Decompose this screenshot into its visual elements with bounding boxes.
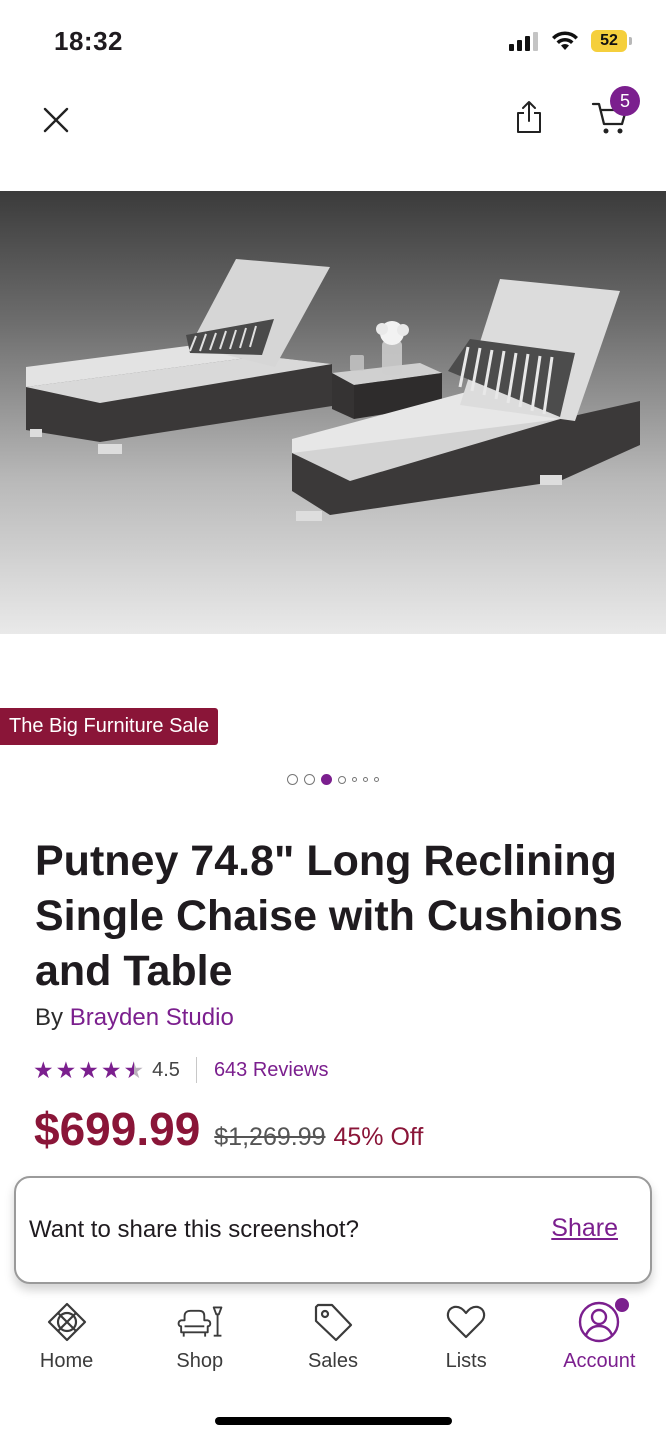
half-star-icon: ★ — [123, 1056, 145, 1083]
star-rating: ★ ★ ★ ★ ★ — [33, 1056, 145, 1083]
byline-prefix: By — [35, 1004, 70, 1031]
nav-item-sales[interactable]: Sales — [266, 1300, 399, 1390]
nav-label-shop: Shop — [176, 1350, 224, 1372]
nav-item-account[interactable]: Account — [533, 1298, 666, 1390]
account-icon — [575, 1298, 630, 1344]
bottom-nav: Home Shop Sales Lists Account — [0, 1298, 666, 1390]
notification-dot — [615, 1298, 630, 1312]
carousel-dot[interactable] — [374, 777, 379, 782]
shop-icon — [176, 1300, 224, 1344]
nav-item-home[interactable]: Home — [0, 1300, 133, 1390]
status-bar: 18:32 52 — [0, 0, 666, 86]
home-icon — [43, 1300, 91, 1344]
rating-row[interactable]: ★ ★ ★ ★ ★ 4.5 643 Reviews — [33, 1056, 328, 1084]
close-icon — [43, 107, 69, 133]
brand-link[interactable]: Brayden Studio — [70, 1004, 234, 1031]
nav-label-account: Account — [563, 1350, 636, 1372]
product-image-illustration — [26, 259, 640, 521]
share-screenshot-prompt: Want to share this screenshot? Share — [14, 1176, 652, 1284]
product-image[interactable] — [0, 191, 666, 634]
price-row: $699.99 $1,269.99 45% Off — [34, 1102, 423, 1156]
divider — [195, 1057, 197, 1083]
status-time: 18:32 — [54, 26, 123, 56]
carousel-dots[interactable] — [0, 774, 666, 785]
star-icon: ★ — [100, 1056, 122, 1083]
carousel-dot[interactable] — [352, 777, 357, 782]
original-price: $1,269.99 — [214, 1123, 326, 1151]
cart-button[interactable]: 5 — [590, 86, 640, 138]
share-button[interactable] — [508, 96, 550, 138]
status-icons: 52 — [509, 30, 632, 52]
star-icon: ★ — [78, 1056, 99, 1083]
close-button[interactable] — [36, 100, 76, 140]
star-icon: ★ — [55, 1056, 77, 1083]
carousel-dot[interactable] — [363, 777, 368, 782]
nav-label-lists: Lists — [445, 1350, 487, 1372]
battery-level: 52 — [591, 30, 627, 52]
nav-label-home: Home — [39, 1350, 94, 1372]
rating-value: 4.5 — [152, 1058, 180, 1081]
nav-item-shop[interactable]: Shop — [133, 1300, 266, 1390]
share-prompt-text: Want to share this screenshot? — [29, 1216, 359, 1243]
carousel-dot[interactable] — [304, 774, 315, 785]
battery-icon: 52 — [591, 30, 632, 52]
carousel-dot-active[interactable] — [321, 774, 332, 785]
star-icon: ★ — [33, 1056, 54, 1083]
cart-count-badge: 5 — [610, 86, 640, 116]
share-icon — [517, 101, 541, 133]
heart-icon — [442, 1300, 490, 1344]
share-prompt-button[interactable]: Share — [551, 1214, 618, 1243]
carousel-dot[interactable] — [338, 775, 346, 784]
signal-icon — [509, 32, 538, 51]
product-byline: By Brayden Studio — [35, 1004, 234, 1032]
tag-icon — [309, 1300, 357, 1344]
nav-item-lists[interactable]: Lists — [400, 1300, 533, 1390]
sale-price: $699.99 — [34, 1103, 201, 1155]
reviews-link[interactable]: 643 Reviews — [214, 1059, 329, 1082]
wifi-icon — [552, 31, 578, 50]
discount-label: 45% Off — [333, 1123, 424, 1151]
carousel-dot[interactable] — [287, 774, 298, 785]
top-bar: 5 — [0, 86, 666, 156]
nav-label-sales: Sales — [307, 1350, 358, 1372]
sale-banner[interactable]: The Big Furniture Sale — [0, 708, 219, 745]
product-title: Putney 74.8" Long Reclining Single Chais… — [35, 837, 623, 995]
home-indicator[interactable] — [215, 1417, 452, 1425]
